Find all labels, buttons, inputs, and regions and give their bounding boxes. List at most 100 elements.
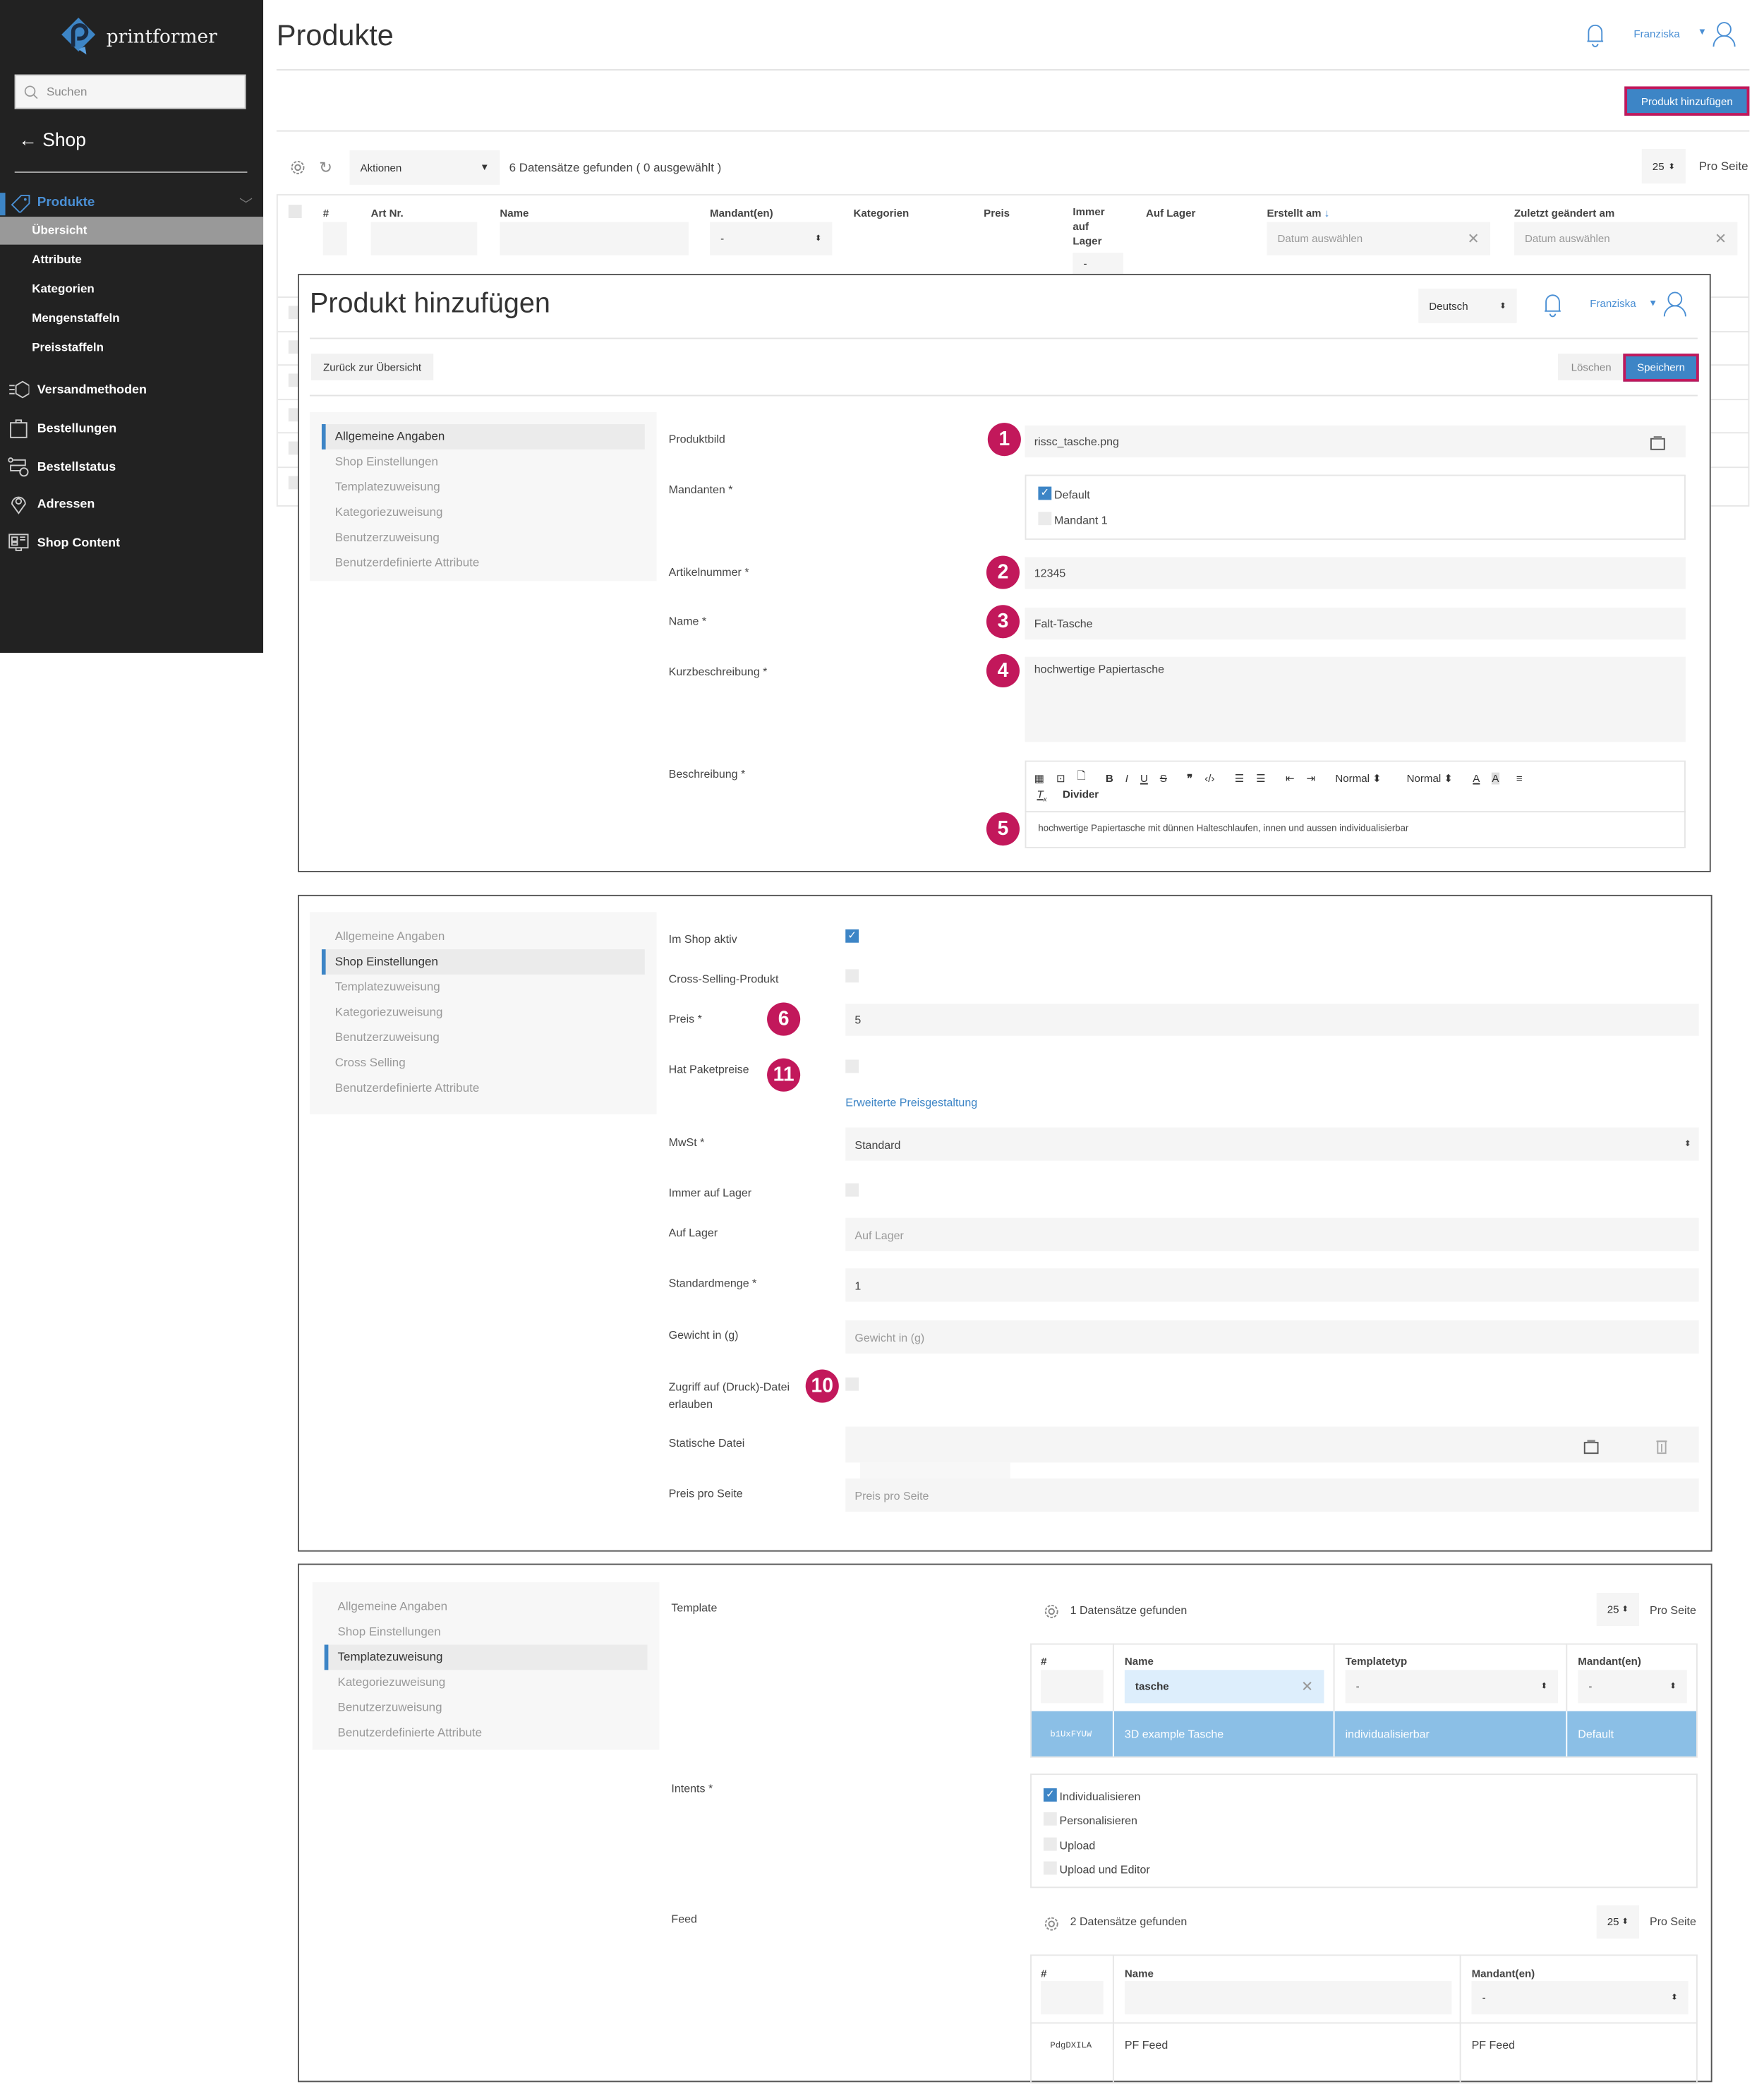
immer-filter[interactable]: -	[1073, 252, 1123, 275]
section-nav-item[interactable]: Shop Einstellungen	[325, 1620, 648, 1645]
preis-input[interactable]: 5	[845, 1004, 1699, 1036]
settings-gear-icon[interactable]	[290, 158, 306, 182]
section-nav-item[interactable]: Kategoriezuweisung	[322, 500, 645, 525]
column-header[interactable]: Erstellt am ↓	[1267, 207, 1329, 219]
feed-per-page-select[interactable]: 25 ⬍	[1596, 1905, 1639, 1939]
font-select[interactable]: Normal ⬍	[1335, 772, 1381, 784]
section-nav-item[interactable]: Benutzerzuweisung	[322, 525, 645, 550]
notification-bell-icon[interactable]	[1542, 292, 1563, 325]
table-icon[interactable]: ▦	[1034, 772, 1044, 784]
mandant-filter[interactable]: - ⬍	[710, 222, 833, 255]
italic-icon[interactable]: I	[1125, 772, 1128, 784]
strikethrough-icon[interactable]: S	[1160, 772, 1167, 784]
mandant-default-checkbox[interactable]: ✓	[1038, 486, 1052, 500]
id-filter[interactable]	[1041, 1981, 1104, 2015]
section-nav-item[interactable]: Benutzerdefinierte Attribute	[325, 1721, 648, 1746]
image-icon[interactable]: ⊡	[1056, 772, 1065, 784]
column-header[interactable]: Auf Lager	[1146, 207, 1195, 219]
language-select[interactable]: Deutsch ⬍	[1418, 288, 1517, 323]
column-header[interactable]: #	[1041, 1968, 1046, 1980]
trash-icon[interactable]	[1655, 1438, 1669, 1462]
section-nav-item[interactable]: Allgemeine Angaben	[325, 1594, 648, 1620]
user-avatar-icon[interactable]	[1712, 21, 1736, 54]
column-header[interactable]: Name	[1125, 1656, 1154, 1668]
sidebar-item-shop-content[interactable]: Shop Content	[8, 532, 120, 553]
sidebar-subitem-uebersicht[interactable]: Übersicht	[0, 217, 264, 245]
standardmenge-input[interactable]: 1	[845, 1268, 1699, 1302]
modified-date-filter[interactable]: Datum auswählen ✕	[1514, 222, 1738, 255]
kurzbeschreibung-textarea[interactable]: hochwertige Papiertasche	[1025, 656, 1686, 742]
templatetyp-filter[interactable]: - ⬍	[1345, 1670, 1559, 1704]
sidebar-subitem-attribute[interactable]: Attribute	[0, 246, 263, 275]
column-header[interactable]: Name	[1125, 1968, 1154, 1980]
chevron-down-icon[interactable]: ﹀	[239, 193, 253, 213]
folder-open-icon[interactable]	[1583, 1438, 1600, 1462]
sidebar-subitem-preisstaffeln[interactable]: Preisstaffeln	[0, 334, 263, 362]
feed-name-filter[interactable]	[1124, 1981, 1452, 2015]
underline-icon[interactable]: U	[1140, 772, 1148, 784]
mandant-1-checkbox[interactable]	[1038, 512, 1052, 526]
created-date-filter[interactable]: Datum auswählen ✕	[1267, 222, 1490, 255]
section-nav-item[interactable]: Benutzerzuweisung	[322, 1025, 645, 1051]
bullet-list-icon[interactable]: ☰	[1256, 772, 1266, 784]
sidebar-item-versandmethoden[interactable]: Versandmethoden	[8, 379, 147, 400]
section-nav-item[interactable]: Templatezuweisung	[322, 975, 645, 1000]
column-header[interactable]: Immer auf Lager	[1073, 205, 1113, 248]
save-button[interactable]: Speichern	[1623, 354, 1699, 382]
intent-checkbox[interactable]	[1043, 1812, 1057, 1826]
sidebar-subitem-kategorien[interactable]: Kategorien	[0, 275, 263, 303]
column-header[interactable]: Art Nr.	[371, 207, 404, 219]
per-page-select[interactable]: 25 ⬍	[1641, 149, 1686, 183]
artnr-filter[interactable]	[370, 222, 478, 255]
section-nav-item[interactable]: Benutzerdefinierte Attribute	[322, 550, 645, 576]
section-nav-item[interactable]: Allgemeine Angaben	[322, 924, 645, 949]
caret-down-icon[interactable]: ▼	[1648, 299, 1657, 308]
sidebar-subitem-mengenstaffeln[interactable]: Mengenstaffeln	[0, 304, 263, 332]
section-nav-item[interactable]: Benutzerzuweisung	[325, 1695, 648, 1721]
section-nav-item[interactable]: Kategoriezuweisung	[322, 1000, 645, 1025]
im-shop-aktiv-checkbox[interactable]: ✓	[845, 929, 859, 943]
clear-icon[interactable]: ✕	[1468, 230, 1480, 248]
sidebar-item-bestellungen[interactable]: Bestellungen	[8, 418, 116, 439]
font-color-icon[interactable]: A	[1473, 772, 1480, 784]
user-menu-name[interactable]: Franziska	[1590, 298, 1636, 310]
column-header[interactable]: #	[1041, 1656, 1046, 1668]
produktbild-file-input[interactable]: rissc_tasche.png	[1025, 425, 1686, 458]
indent-icon[interactable]: ⇥	[1307, 772, 1316, 784]
background-color-icon[interactable]: A	[1492, 771, 1499, 784]
section-nav-item[interactable]: Shop Einstellungen	[322, 450, 645, 475]
sidebar-search-input[interactable]: Suchen	[14, 74, 246, 109]
column-header[interactable]: Mandant(en)	[1578, 1656, 1641, 1668]
section-nav-item[interactable]: Allgemeine Angaben	[321, 423, 645, 450]
divider-button[interactable]: Divider	[1063, 788, 1099, 804]
beschreibung-editor-content[interactable]: hochwertige Papiertasche mit dünnen Halt…	[1038, 824, 1408, 833]
code-icon[interactable]: ‹/›	[1204, 772, 1214, 784]
column-header[interactable]: Name	[500, 207, 528, 219]
section-nav-item[interactable]: Benutzerdefinierte Attribute	[322, 1076, 645, 1101]
delete-button[interactable]: Löschen	[1558, 354, 1625, 380]
folder-open-icon[interactable]	[1650, 433, 1666, 457]
feed-name[interactable]: PF Feed	[1125, 2038, 1168, 2052]
auf-lager-input[interactable]: Auf Lager	[845, 1217, 1699, 1251]
size-select[interactable]: Normal ⬍	[1407, 772, 1453, 784]
per-page-select[interactable]: 25 ⬍	[1596, 1593, 1639, 1627]
caret-down-icon[interactable]: ▼	[1698, 28, 1707, 37]
section-nav-item[interactable]: Templatezuweisung	[322, 475, 645, 500]
sidebar-item-bestellstatus[interactable]: Bestellstatus	[8, 456, 116, 477]
column-header[interactable]: Preis	[984, 207, 1010, 219]
intent-checkbox[interactable]	[1043, 1836, 1057, 1850]
refresh-icon[interactable]: ↻	[319, 158, 332, 176]
clear-icon[interactable]: ✕	[1715, 230, 1727, 248]
zugriff-checkbox[interactable]	[845, 1377, 859, 1391]
name-input[interactable]: Falt-Tasche	[1025, 607, 1686, 640]
settings-gear-icon[interactable]	[1044, 1602, 1060, 1626]
gewicht-input[interactable]: Gewicht in (g)	[845, 1320, 1699, 1354]
section-nav-item[interactable]: Cross Selling	[322, 1050, 645, 1076]
paketpreise-checkbox[interactable]	[845, 1059, 859, 1073]
column-header[interactable]: Kategorien	[854, 207, 910, 219]
actions-select[interactable]: Aktionen ▼	[349, 150, 500, 185]
sidebar-item-adressen[interactable]: Adressen	[8, 493, 95, 514]
bold-icon[interactable]: B	[1106, 772, 1113, 784]
clear-icon[interactable]: ✕	[1301, 1678, 1313, 1695]
name-filter-input[interactable]: tasche ✕	[1124, 1670, 1324, 1704]
